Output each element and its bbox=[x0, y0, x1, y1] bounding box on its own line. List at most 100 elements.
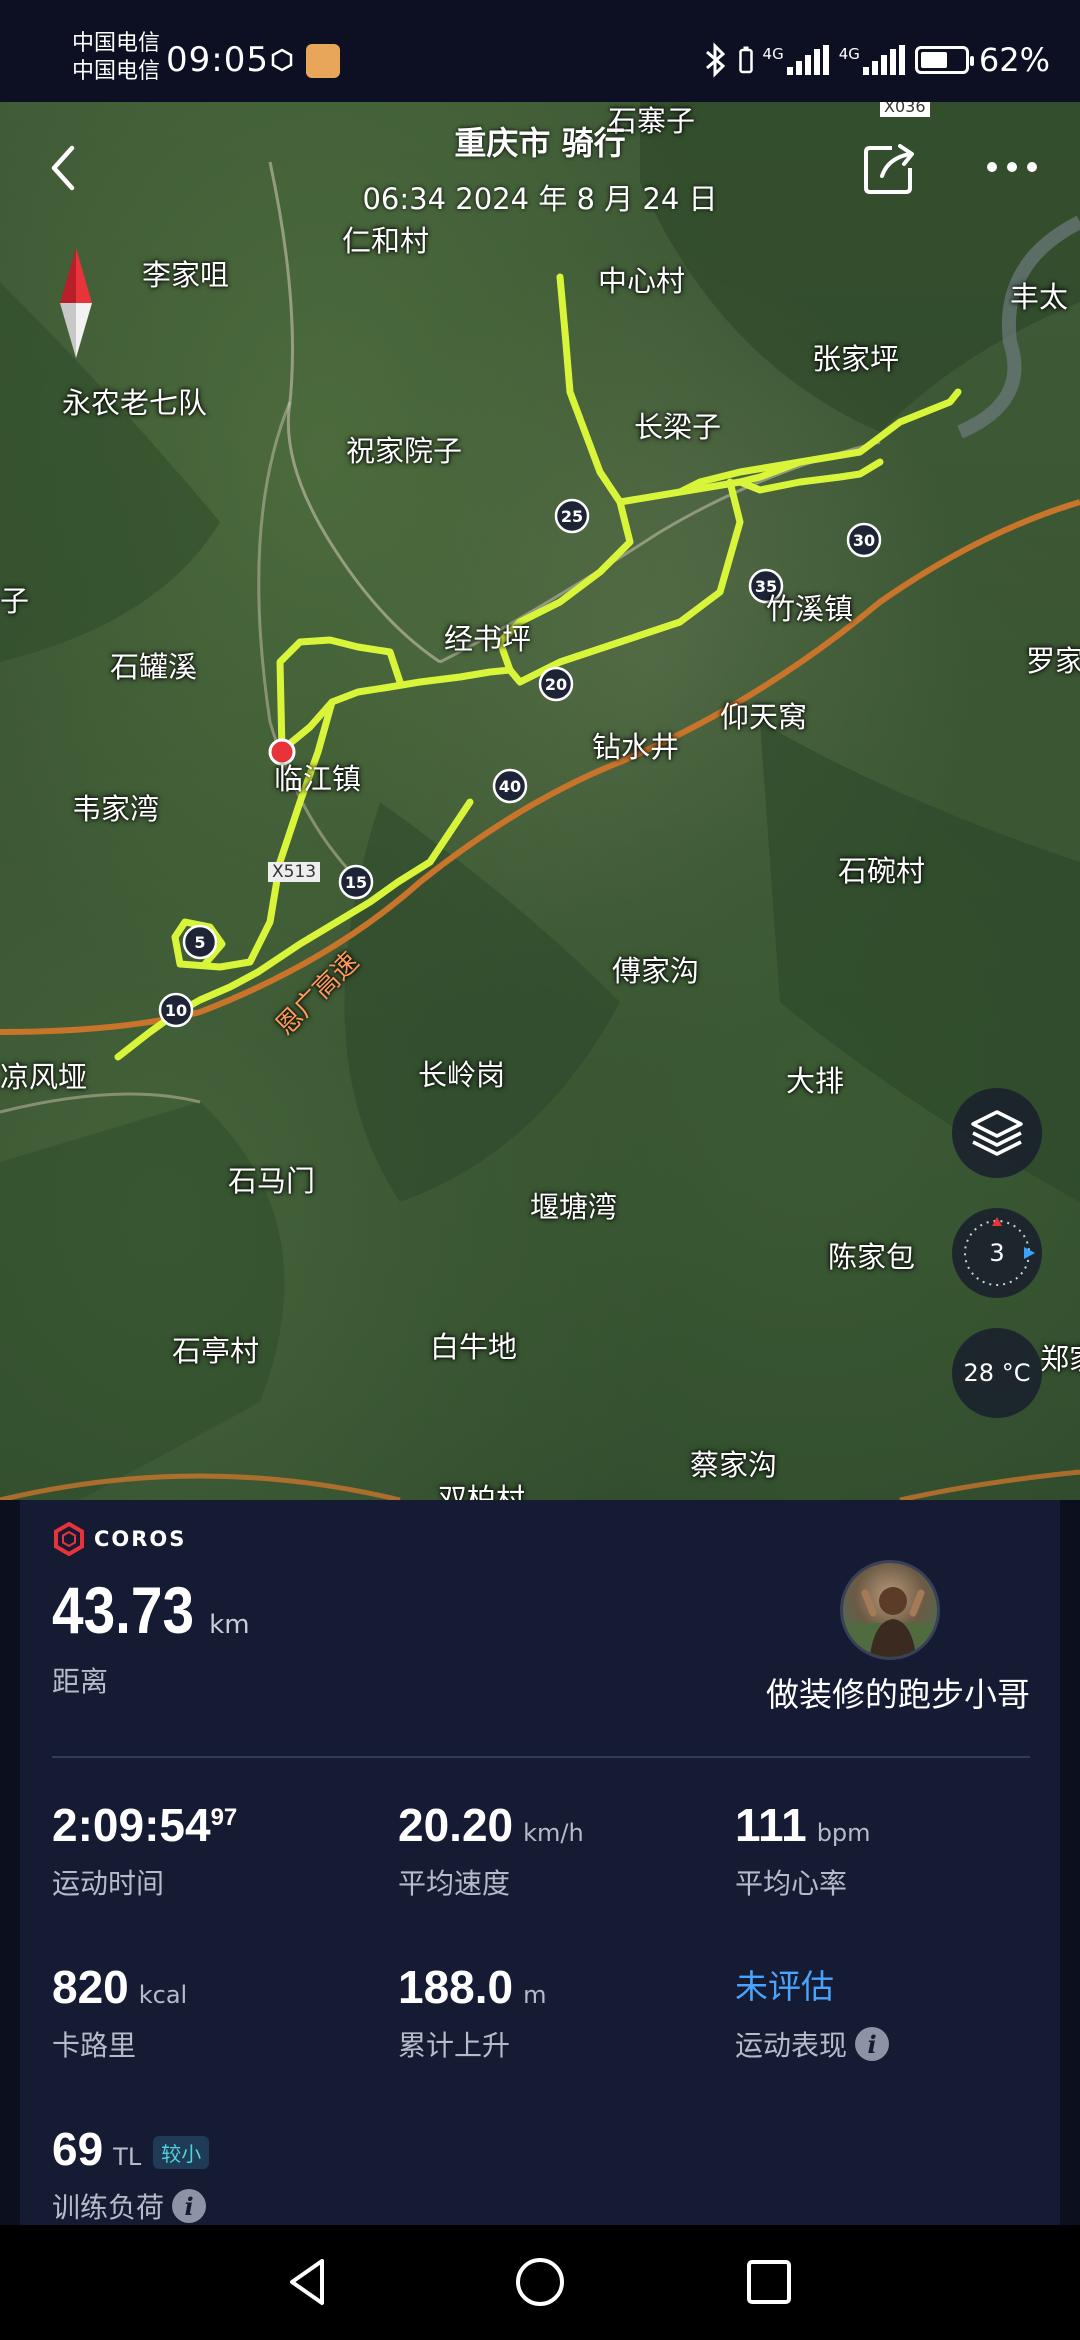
ascent-value: 188.0 bbox=[398, 1961, 514, 2013]
km-marker-label: 40 bbox=[499, 777, 521, 796]
compass-level: 3 bbox=[989, 1239, 1005, 1267]
place-label: 经书坪 bbox=[444, 622, 532, 656]
status-right: 4G 4G 62% bbox=[703, 38, 1050, 82]
share-icon[interactable] bbox=[862, 140, 918, 196]
ascent-label: 累计上升 bbox=[398, 2029, 511, 2062]
coros-logo-icon bbox=[54, 1522, 84, 1556]
load-value: 69 bbox=[52, 2123, 104, 2175]
km-marker: 30 bbox=[846, 522, 882, 558]
battery-icon bbox=[914, 46, 974, 74]
bluetooth-icon bbox=[705, 42, 725, 78]
stat-training-load: 69 TL 较小 训练负荷 i bbox=[52, 2122, 210, 2226]
km-marker-label: 10 bbox=[165, 1001, 187, 1020]
place-label: 石马门 bbox=[228, 1164, 316, 1198]
calories-label: 卡路里 bbox=[52, 2029, 137, 2062]
stat-avg-heart-rate: 111 bpm 平均心率 bbox=[735, 1798, 871, 1902]
info-icon[interactable]: i bbox=[855, 2027, 890, 2061]
place-label: 丰太 bbox=[1010, 280, 1069, 314]
place-label: 郑家 bbox=[1040, 1342, 1080, 1376]
clock: 09:05 bbox=[166, 40, 269, 80]
nav-recents-icon[interactable] bbox=[736, 2249, 802, 2315]
stat-performance: 未评估 运动表现 i bbox=[735, 1960, 890, 2064]
km-marker: 25 bbox=[554, 498, 590, 534]
place-label: 凉风垭 bbox=[0, 1060, 88, 1094]
place-label: 陈家包 bbox=[828, 1240, 916, 1274]
avg-speed-label: 平均速度 bbox=[398, 1867, 511, 1900]
carrier-1: 中国电信 bbox=[72, 31, 161, 56]
stat-calories: 820 kcal 卡路里 bbox=[52, 1960, 187, 2064]
avg-speed-value: 20.20 bbox=[398, 1799, 514, 1851]
place-label: 永农老七队 bbox=[62, 386, 208, 420]
load-label: 训练负荷 bbox=[52, 2191, 165, 2224]
map-header: 重庆市 骑行 06:34 2024 年 8 月 24 日 bbox=[0, 102, 1080, 232]
stat-duration: 2:09:54 97 运动时间 bbox=[52, 1798, 237, 1902]
performance-label: 运动表现 bbox=[735, 2029, 848, 2062]
distance-number: 43.73 bbox=[52, 1573, 195, 1647]
place-label: 石碗村 bbox=[838, 854, 926, 888]
temperature-value: 28 °C bbox=[963, 1359, 1031, 1387]
calories-unit: kcal bbox=[138, 1981, 188, 2009]
duration-label: 运动时间 bbox=[52, 1867, 165, 1900]
load-badge: 较小 bbox=[153, 2135, 210, 2169]
place-label: 钻水井 bbox=[592, 730, 680, 764]
nav-back-icon[interactable] bbox=[276, 2249, 342, 2315]
info-icon[interactable]: i bbox=[172, 2189, 207, 2223]
km-marker-label: 25 bbox=[561, 507, 583, 526]
km-marker: 15 bbox=[338, 864, 374, 900]
network-1: 4G bbox=[763, 45, 829, 75]
place-label: 白牛地 bbox=[430, 1330, 518, 1364]
stat-ascent: 188.0 m 累计上升 bbox=[398, 1960, 547, 2064]
avatar-image bbox=[843, 1587, 937, 1657]
stat-avg-speed: 20.20 km/h 平均速度 bbox=[398, 1798, 584, 1902]
signal-icon bbox=[786, 45, 829, 75]
map-layers-button[interactable] bbox=[952, 1088, 1042, 1178]
place-label: 双柏村 bbox=[438, 1482, 526, 1500]
place-label: 竹溪镇 bbox=[766, 592, 854, 626]
app-notification-icon bbox=[306, 44, 340, 78]
avg-hr-label: 平均心率 bbox=[735, 1867, 848, 1900]
duration-value: 2:09:54 bbox=[52, 1799, 211, 1851]
km-marker-label: 5 bbox=[194, 933, 205, 952]
battery-percent: 62% bbox=[978, 41, 1050, 79]
place-label: 祝家院子 bbox=[346, 434, 463, 468]
calories-value: 820 bbox=[52, 1961, 129, 2013]
place-label: 大排 bbox=[786, 1064, 845, 1098]
place-label: 石亭村 bbox=[172, 1334, 260, 1368]
place-label: 堰塘湾 bbox=[530, 1190, 618, 1224]
place-label: 长岭岗 bbox=[418, 1058, 506, 1092]
route-map[interactable]: 25 30 35 20 40 15 5 10 石寨子 X036 李家咀 仁和村 中心村 丰太 … bbox=[0, 102, 1080, 1500]
place-label: 蔡家沟 bbox=[690, 1448, 778, 1482]
nav-home-icon[interactable] bbox=[507, 2249, 573, 2315]
activity-title: 重庆市 骑行 bbox=[454, 124, 626, 162]
avg-hr-value: 111 bbox=[735, 1799, 807, 1851]
avatar[interactable] bbox=[840, 1560, 940, 1660]
performance-value[interactable]: 未评估 bbox=[735, 1960, 834, 2008]
km-marker: 40 bbox=[492, 768, 528, 804]
avg-speed-unit: km/h bbox=[523, 1819, 584, 1847]
distance-value: 43.73 km bbox=[52, 1572, 250, 1648]
battery-saver-icon bbox=[738, 46, 753, 74]
more-options-icon[interactable] bbox=[984, 152, 1040, 182]
network-2: 4G bbox=[839, 45, 905, 75]
system-nav-bar bbox=[0, 2225, 1080, 2340]
north-arrow-icon bbox=[60, 248, 92, 358]
activity-datetime: 06:34 2024 年 8 月 24 日 bbox=[362, 182, 718, 216]
place-label: 子 bbox=[0, 584, 30, 618]
distance-label: 距离 bbox=[52, 1665, 109, 1698]
km-marker: 20 bbox=[538, 666, 574, 702]
place-label: 韦家湾 bbox=[72, 792, 160, 826]
activity-summary-card: COROS 43.73 km 距离 做装修的跑步小哥 2:09:54 97 运动… bbox=[20, 1500, 1060, 2225]
distance-unit: km bbox=[209, 1610, 250, 1640]
username[interactable]: 做装修的跑步小哥 bbox=[766, 1668, 1030, 1716]
status-bar: 中国电信 中国电信 09:05 4G 4G 62% bbox=[0, 0, 1080, 102]
place-label: 石罐溪 bbox=[110, 650, 198, 684]
place-label: 临江镇 bbox=[274, 762, 362, 796]
brand-name: COROS bbox=[94, 1527, 187, 1551]
temperature-badge: 28 °C bbox=[952, 1328, 1042, 1418]
place-label: 傅家沟 bbox=[612, 954, 700, 988]
signal-icon-2 bbox=[862, 45, 905, 75]
divider bbox=[52, 1756, 1030, 1758]
duration-hundredths: 97 bbox=[210, 1804, 238, 1831]
compass-button[interactable]: 3 bbox=[952, 1208, 1042, 1298]
place-label: 张家坪 bbox=[812, 342, 900, 376]
